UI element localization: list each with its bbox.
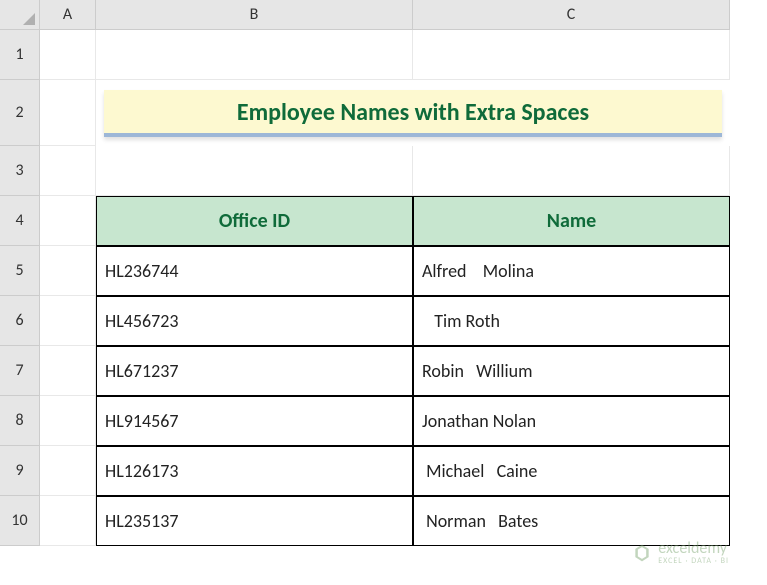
table-row[interactable]: HL671237 xyxy=(96,346,413,396)
cell-b1[interactable] xyxy=(96,30,413,80)
cell-a2[interactable] xyxy=(40,80,96,146)
row-header-2[interactable]: 2 xyxy=(0,80,40,146)
table-row[interactable]: Tim Roth xyxy=(413,296,730,346)
table-row[interactable]: Alfred Molina xyxy=(413,246,730,296)
cell-a5[interactable] xyxy=(40,246,96,296)
row-header-4[interactable]: 4 xyxy=(0,196,40,246)
table-row[interactable]: Robin Willium xyxy=(413,346,730,396)
brand-logo-icon xyxy=(632,543,652,563)
brand-name: exceldemy xyxy=(658,541,729,557)
table-row[interactable]: HL235137 xyxy=(96,496,413,546)
cell-c1[interactable] xyxy=(413,30,730,80)
cell-a8[interactable] xyxy=(40,396,96,446)
cell-a3[interactable] xyxy=(40,146,96,196)
cell-c3[interactable] xyxy=(413,146,730,196)
select-all-corner[interactable] xyxy=(0,0,40,30)
row-header-5[interactable]: 5 xyxy=(0,246,40,296)
table-header-office-id[interactable]: Office ID xyxy=(96,196,413,246)
cell-a7[interactable] xyxy=(40,346,96,396)
cell-a4[interactable] xyxy=(40,196,96,246)
col-header-a[interactable]: A xyxy=(40,0,96,30)
brand-tagline: EXCEL · DATA · BI xyxy=(658,557,729,565)
cell-b3[interactable] xyxy=(96,146,413,196)
table-row[interactable]: HL914567 xyxy=(96,396,413,446)
col-header-c[interactable]: C xyxy=(413,0,730,30)
cell-a1[interactable] xyxy=(40,30,96,80)
table-row[interactable]: Michael Caine xyxy=(413,446,730,496)
row-header-1[interactable]: 1 xyxy=(0,30,40,80)
page-title: Employee Names with Extra Spaces xyxy=(104,90,722,137)
watermark: exceldemy EXCEL · DATA · BI xyxy=(632,541,729,565)
col-header-b[interactable]: B xyxy=(96,0,413,30)
row-header-8[interactable]: 8 xyxy=(0,396,40,446)
table-row[interactable]: HL456723 xyxy=(96,296,413,346)
cell-a9[interactable] xyxy=(40,446,96,496)
spreadsheet-grid: A B C 1 2 Employee Names with Extra Spac… xyxy=(0,0,767,546)
title-merged-cell[interactable]: Employee Names with Extra Spaces xyxy=(96,80,730,146)
row-header-3[interactable]: 3 xyxy=(0,146,40,196)
cell-a10[interactable] xyxy=(40,496,96,546)
table-row[interactable]: HL126173 xyxy=(96,446,413,496)
row-header-9[interactable]: 9 xyxy=(0,446,40,496)
row-header-10[interactable]: 10 xyxy=(0,496,40,546)
table-header-name[interactable]: Name xyxy=(413,196,730,246)
row-header-7[interactable]: 7 xyxy=(0,346,40,396)
cell-a6[interactable] xyxy=(40,296,96,346)
row-header-6[interactable]: 6 xyxy=(0,296,40,346)
table-row[interactable]: HL236744 xyxy=(96,246,413,296)
table-row[interactable]: Jonathan Nolan xyxy=(413,396,730,446)
